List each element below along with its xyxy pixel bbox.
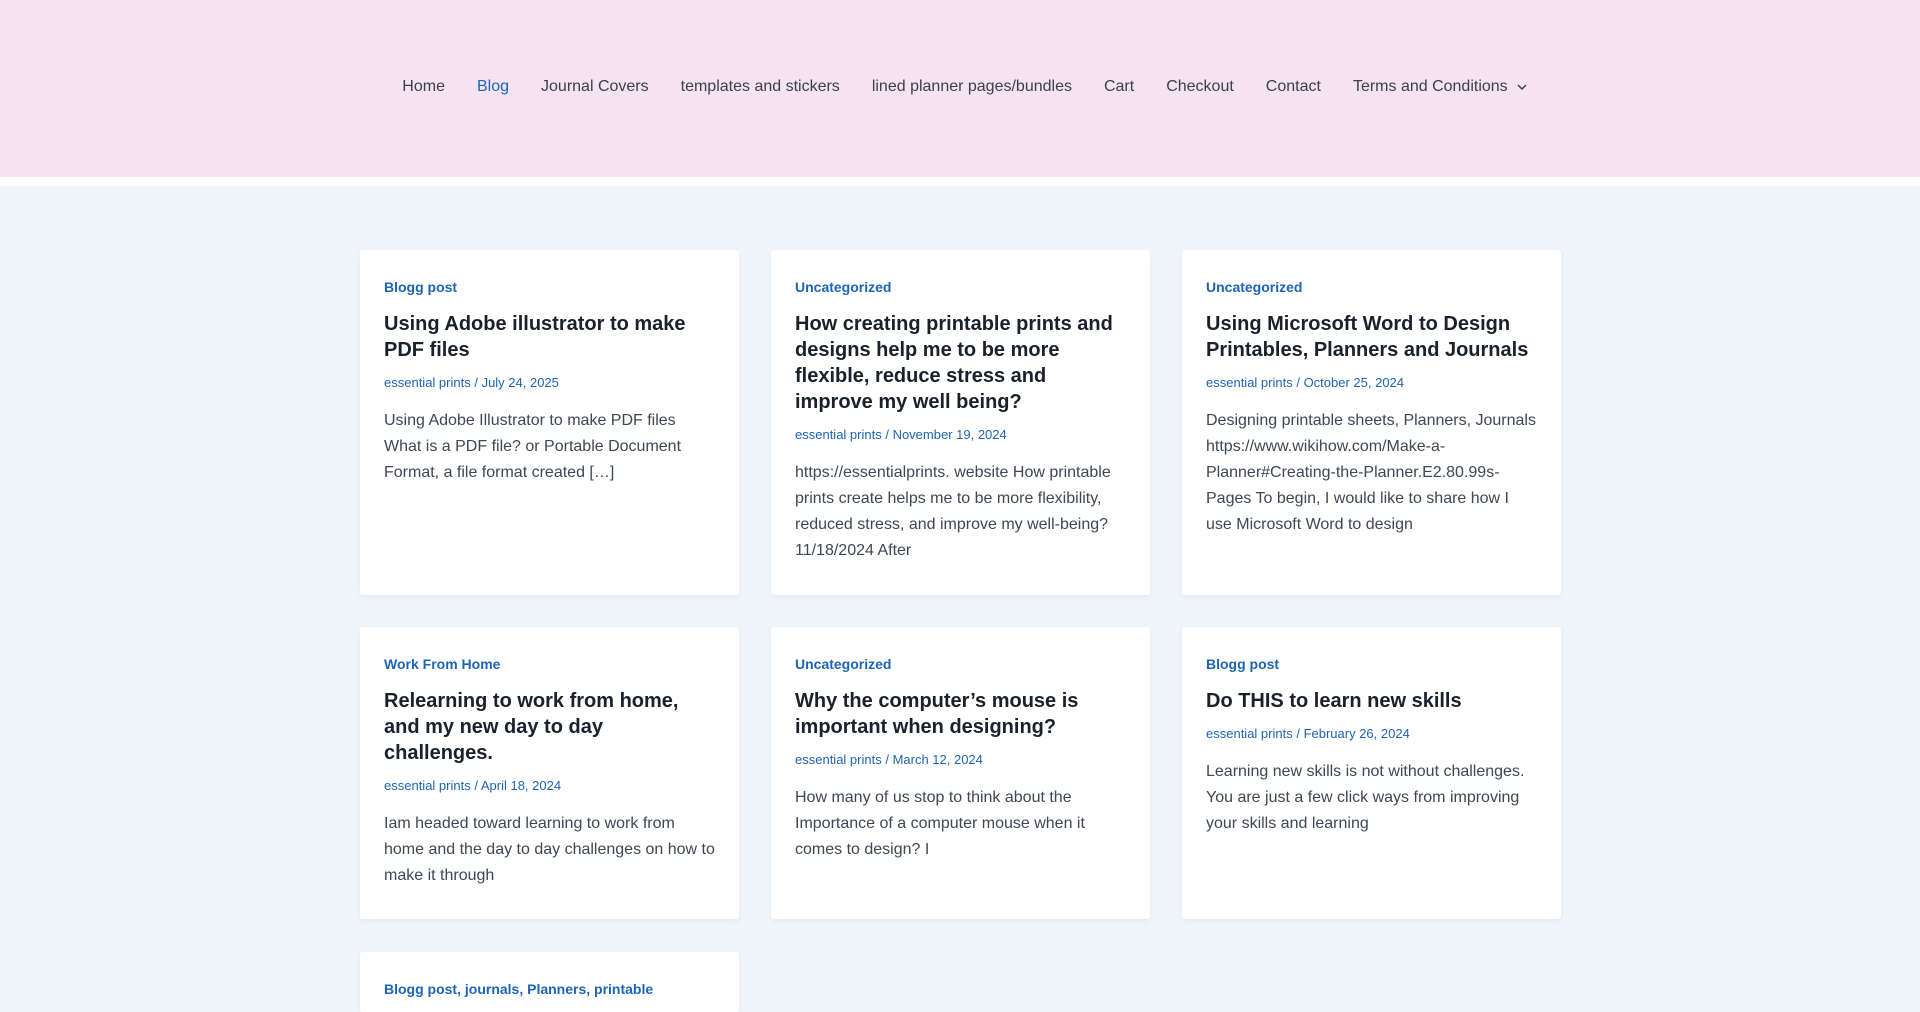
- nav-item-lined-planner-pages[interactable]: lined planner pages/bundles: [872, 78, 1072, 96]
- post-date-link[interactable]: October 25, 2024: [1304, 375, 1404, 390]
- post-card: Uncategorized How creating printable pri…: [771, 250, 1150, 595]
- post-excerpt: Designing printable sheets, Planners, Jo…: [1206, 412, 1536, 533]
- post-author-link[interactable]: essential prints: [1206, 726, 1293, 741]
- post-card: Blogg post Using Adobe illustrator to ma…: [360, 250, 739, 595]
- site-header: Home Blog Journal Covers templates and s…: [0, 0, 1920, 177]
- post-category-link[interactable]: Blogg post: [384, 278, 715, 296]
- meta-separator: /: [1292, 726, 1304, 741]
- post-meta: essential prints / February 26, 2024: [1206, 726, 1537, 742]
- post-meta: essential prints / October 25, 2024: [1206, 375, 1537, 391]
- nav-item-blog[interactable]: Blog: [477, 78, 509, 96]
- post-category-link[interactable]: Uncategorized: [1206, 278, 1537, 296]
- nav-item-home[interactable]: Home: [402, 78, 445, 96]
- post-card-partial: Blogg post, journals, Planners, printabl…: [360, 952, 739, 1012]
- post-excerpt: Learning new skills is not without chall…: [1206, 763, 1525, 832]
- post-card: Uncategorized Why the computer’s mouse i…: [771, 627, 1150, 919]
- post-excerpt: Using Adobe Illustrator to make PDF file…: [384, 412, 682, 481]
- post-grid: Blogg post Using Adobe illustrator to ma…: [360, 250, 1561, 919]
- post-card: Uncategorized Using Microsoft Word to De…: [1182, 250, 1561, 595]
- nav-item-journal-covers[interactable]: Journal Covers: [541, 78, 649, 96]
- post-category-link[interactable]: Blogg post: [1206, 655, 1537, 673]
- meta-separator: /: [881, 752, 893, 767]
- post-author-link[interactable]: essential prints: [384, 778, 471, 793]
- post-meta: essential prints / November 19, 2024: [795, 427, 1126, 443]
- nav-item-checkout[interactable]: Checkout: [1166, 78, 1234, 96]
- post-author-link[interactable]: essential prints: [795, 752, 882, 767]
- post-author-link[interactable]: essential prints: [1206, 375, 1293, 390]
- post-title-link[interactable]: How creating printable prints and design…: [795, 311, 1126, 415]
- nav-item-terms-label: Terms and Conditions: [1352, 78, 1508, 95]
- post-card: Blogg post Do THIS to learn new skills e…: [1182, 627, 1561, 919]
- post-card: Work From Home Relearning to work from h…: [360, 627, 739, 919]
- post-meta: essential prints / March 12, 2024: [795, 752, 1126, 768]
- nav-item-terms-and-conditions[interactable]: Terms and Conditions: [1353, 78, 1528, 96]
- nav-item-templates-and-stickers[interactable]: templates and stickers: [681, 78, 840, 96]
- header-divider: [0, 177, 1920, 186]
- meta-separator: /: [470, 778, 481, 793]
- post-meta: essential prints / April 18, 2024: [384, 778, 715, 794]
- post-category-link[interactable]: Uncategorized: [795, 655, 1126, 673]
- main-navigation: Home Blog Journal Covers templates and s…: [0, 78, 1920, 96]
- post-title-link[interactable]: Do THIS to learn new skills: [1206, 688, 1537, 714]
- nav-item-cart[interactable]: Cart: [1104, 78, 1134, 96]
- post-title-link[interactable]: Using Adobe illustrator to make PDF file…: [384, 311, 715, 363]
- post-category-link[interactable]: Blogg post, journals, Planners, printabl…: [384, 980, 715, 998]
- post-excerpt: https://essentialprints. website How pri…: [795, 464, 1111, 559]
- post-title-link[interactable]: Relearning to work from home, and my new…: [384, 688, 715, 766]
- post-date-link[interactable]: March 12, 2024: [893, 752, 983, 767]
- post-category-link[interactable]: Uncategorized: [795, 278, 1126, 296]
- post-author-link[interactable]: essential prints: [384, 375, 471, 390]
- post-meta: essential prints / July 24, 2025: [384, 375, 715, 391]
- meta-separator: /: [881, 427, 893, 442]
- post-date-link[interactable]: July 24, 2025: [482, 375, 559, 390]
- meta-separator: /: [470, 375, 482, 390]
- post-author-link[interactable]: essential prints: [795, 427, 882, 442]
- post-excerpt: Iam headed toward learning to work from …: [384, 815, 715, 884]
- post-date-link[interactable]: November 19, 2024: [893, 427, 1007, 442]
- meta-separator: /: [1292, 375, 1304, 390]
- post-excerpt: How many of us stop to think about the I…: [795, 789, 1085, 858]
- post-date-link[interactable]: February 26, 2024: [1304, 726, 1410, 741]
- nav-item-contact[interactable]: Contact: [1266, 78, 1321, 96]
- post-title-link[interactable]: Using Microsoft Word to Design Printable…: [1206, 311, 1537, 363]
- chevron-down-icon[interactable]: [1516, 81, 1528, 93]
- post-category-link[interactable]: Work From Home: [384, 655, 715, 673]
- post-date-link[interactable]: April 18, 2024: [481, 778, 561, 793]
- post-title-link[interactable]: Why the computer’s mouse is important wh…: [795, 688, 1126, 740]
